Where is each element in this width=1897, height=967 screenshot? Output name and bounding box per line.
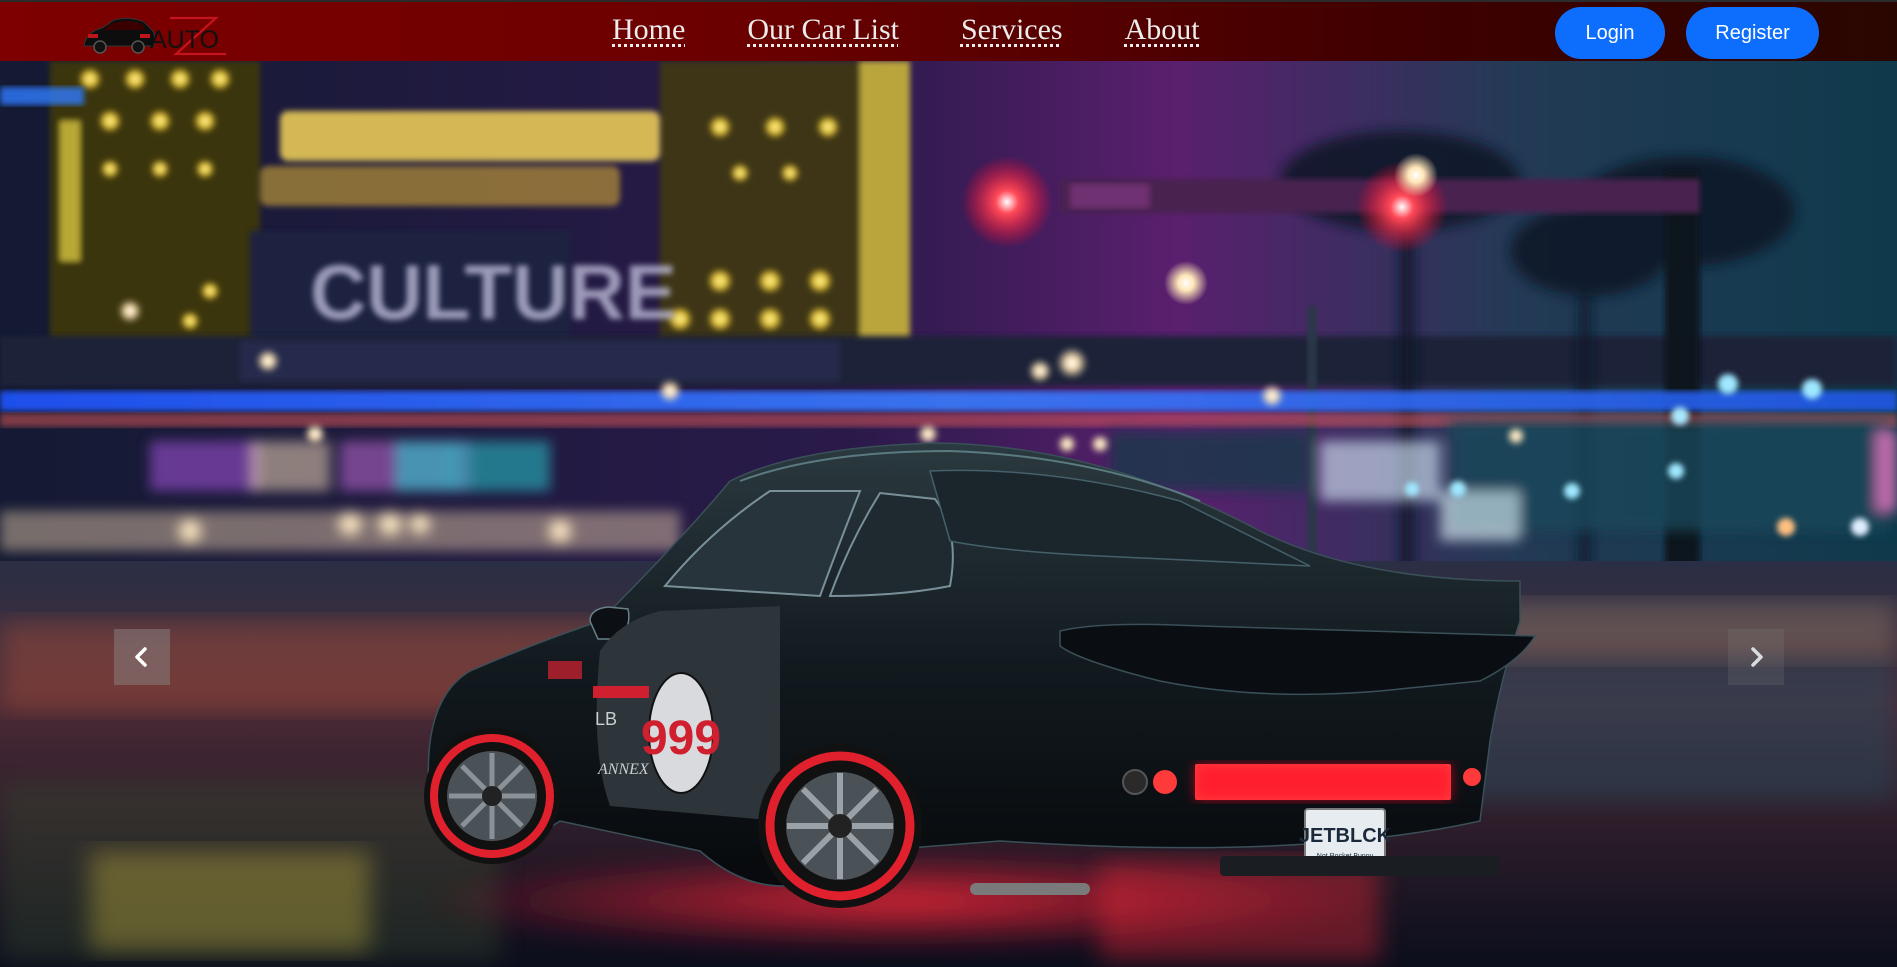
nav-link-home[interactable]: Home xyxy=(612,13,685,47)
login-button[interactable]: Login xyxy=(1555,7,1665,59)
top-navbar: AUTO Home Our Car List Services About Lo… xyxy=(0,0,1897,61)
license-plate-text: JETBLCK xyxy=(1299,825,1392,847)
hero-background-image: CULTURE 999 LB ANNEX JETBLCK xyxy=(0,61,1897,967)
carousel-prev-button[interactable] xyxy=(114,629,170,685)
register-button[interactable]: Register xyxy=(1686,7,1819,59)
hero-carousel: CULTURE 999 LB ANNEX JETBLCK xyxy=(0,61,1897,967)
svg-text:ANNEX: ANNEX xyxy=(597,761,650,778)
nav-link-about[interactable]: About xyxy=(1125,13,1200,47)
chevron-right-icon xyxy=(1751,647,1763,667)
brand-logo-text: AUTO xyxy=(150,26,219,54)
car-race-number: 999 xyxy=(641,712,721,765)
chevron-left-icon xyxy=(135,647,147,667)
brand-logo[interactable]: AUTO xyxy=(80,10,260,60)
carousel-next-button[interactable] xyxy=(1728,629,1784,685)
building-sign-culture: CULTURE xyxy=(310,248,677,336)
main-nav: Home Our Car List Services About xyxy=(612,13,1262,47)
nav-link-services[interactable]: Services xyxy=(961,13,1063,47)
svg-text:LB: LB xyxy=(595,709,617,729)
nav-link-car-list[interactable]: Our Car List xyxy=(747,13,899,47)
